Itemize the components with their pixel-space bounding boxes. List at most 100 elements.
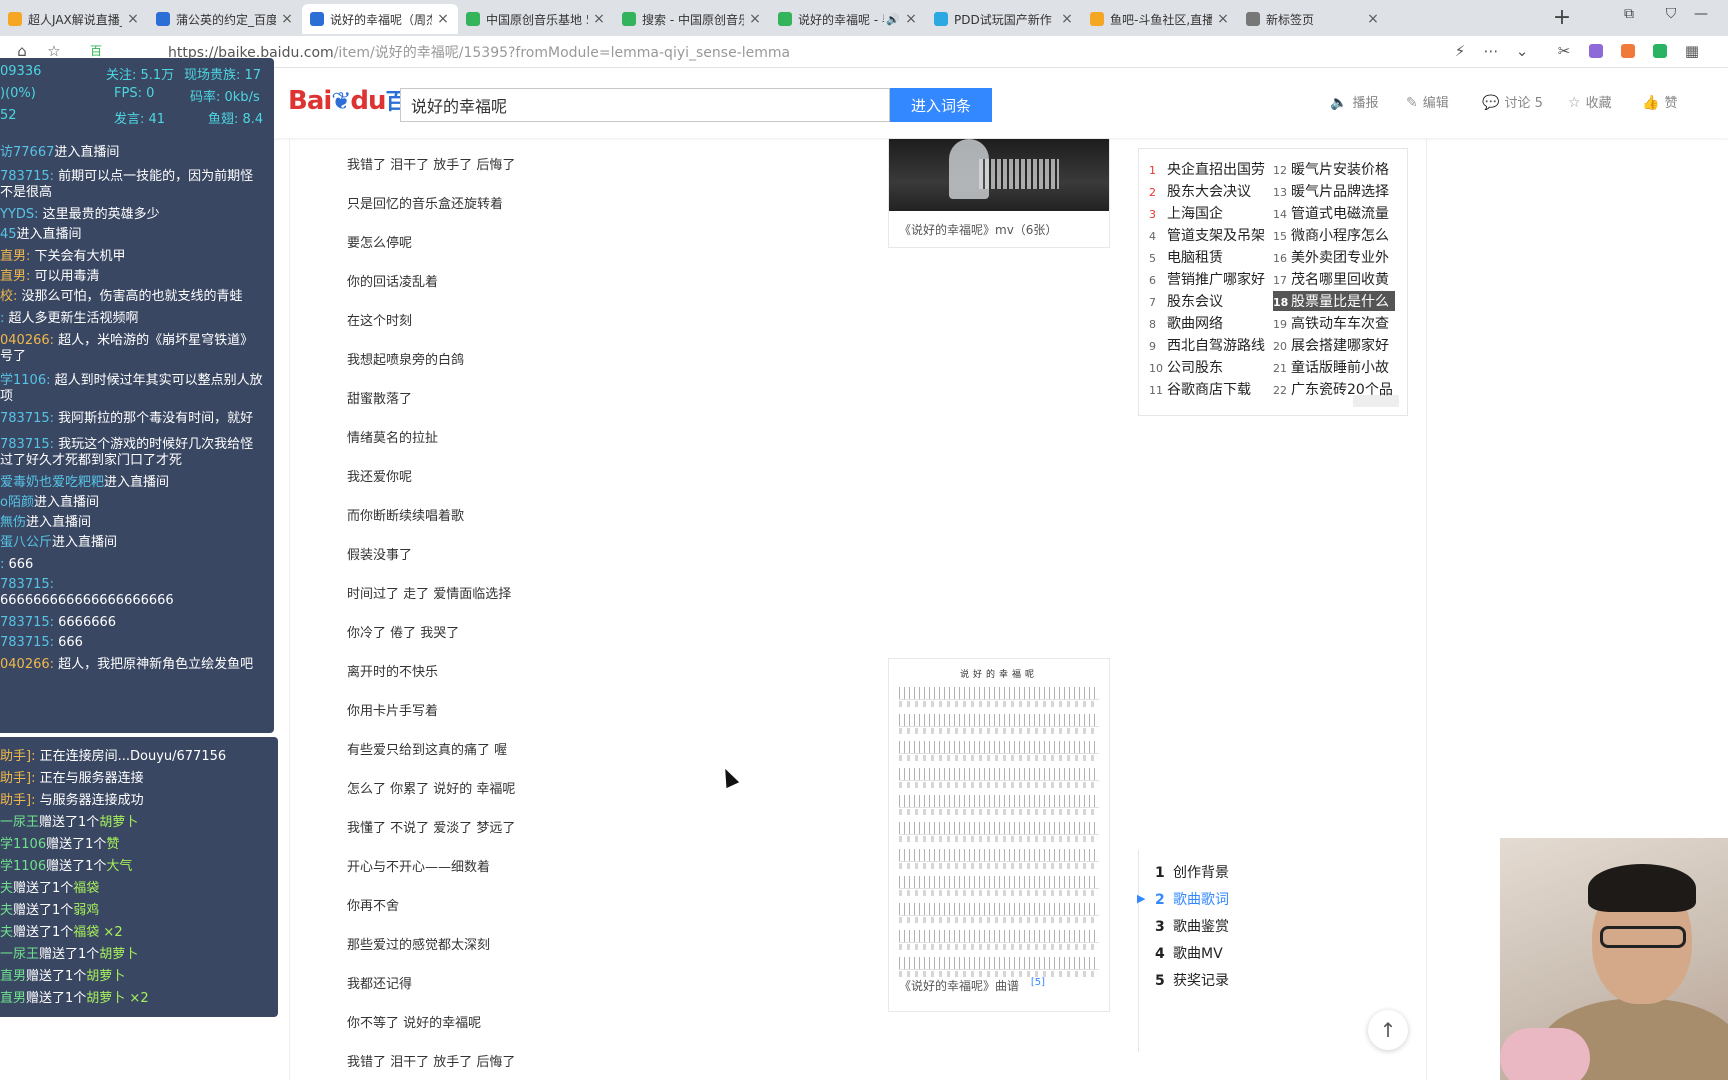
chat-text: 666 xyxy=(58,635,83,650)
hot-search-item[interactable]: 15 微商小程序怎么 xyxy=(1273,225,1395,245)
header-action-edit[interactable]: ✎ 编辑 xyxy=(1406,92,1449,111)
mv-image[interactable] xyxy=(889,139,1109,211)
hot-search-item[interactable]: 17 茂名哪里回收黄 xyxy=(1273,269,1395,289)
hot-text: 股东会议 xyxy=(1167,294,1223,310)
log-text: 赠送了1个 xyxy=(13,903,74,918)
extension-icon[interactable] xyxy=(1650,42,1670,62)
hot-search-item[interactable]: 19 高铁动车车次查 xyxy=(1273,313,1395,333)
chat-username: o陌颜 xyxy=(0,495,34,510)
gift-log-line: 学1106赠送了1个大气 xyxy=(0,855,132,874)
hot-search-item[interactable]: 6 营销推广哪家好 xyxy=(1149,269,1271,289)
catalog-item[interactable]: 4 歌曲MV xyxy=(1155,943,1223,963)
browser-tab[interactable]: 说好的幸福呢 - 毕🔊 × xyxy=(770,4,926,34)
chat-text: 前期可以点一技能的，因为前期怪 xyxy=(58,169,254,184)
close-icon[interactable]: × xyxy=(592,11,606,27)
shirt-icon[interactable]: ⛉ xyxy=(1660,6,1682,22)
hot-search-item[interactable]: 16 美外卖团专业外 xyxy=(1273,247,1395,267)
header-action-thumbs-up[interactable]: 👍 赞 xyxy=(1642,92,1677,111)
hot-search-item[interactable]: 8 歌曲网络 xyxy=(1149,313,1271,333)
close-icon[interactable]: × xyxy=(280,11,294,27)
browser-tab[interactable]: 超人JAX解说直播_鱼 × xyxy=(0,4,148,34)
hot-search-item[interactable]: 21 童话版睡前小故 xyxy=(1273,357,1395,377)
hot-search-item[interactable]: 18 股票量比是什么 xyxy=(1273,291,1395,311)
search-input[interactable] xyxy=(400,88,890,122)
log-gift: 胡萝卜 xyxy=(99,815,139,830)
hot-search-item[interactable]: 11 谷歌商店下载 xyxy=(1149,379,1271,399)
browser-tab[interactable]: PDD试玩国产新作 × xyxy=(926,4,1082,34)
apps-grid-icon[interactable]: ▦ xyxy=(1682,42,1702,60)
close-icon[interactable]: × xyxy=(436,11,450,27)
minimize-icon[interactable]: — xyxy=(1690,6,1712,22)
lyric-line: 有些爱只给到这真的痛了 喔 xyxy=(347,743,508,758)
hot-search-item[interactable]: 22 广东瓷砖20个品 xyxy=(1273,379,1395,399)
header-action-star[interactable]: ☆ 收藏 xyxy=(1568,92,1612,111)
hot-text: 美外卖团专业外 xyxy=(1291,250,1389,266)
hot-rank: 19 xyxy=(1273,318,1287,331)
tab-favicon-icon xyxy=(156,12,170,26)
log-gift: 福袋 ×2 xyxy=(73,925,123,940)
browser-tab[interactable]: 搜索 - 中国原创音乐 × xyxy=(614,4,770,34)
hot-text: 广东瓷砖20个品 xyxy=(1291,382,1393,398)
hot-search-item[interactable]: 1 央企直招出国劳 xyxy=(1149,159,1271,179)
browser-tab[interactable]: 鱼吧-斗鱼社区,直播 × xyxy=(1082,4,1238,34)
hot-search-item[interactable]: 12 暖气片安装价格 xyxy=(1273,159,1395,179)
catalog-item[interactable]: 2 歌曲歌词 xyxy=(1155,889,1229,909)
hot-search-item[interactable]: 2 股东大会决议 xyxy=(1149,181,1271,201)
chat-message: 783715: 6666666 xyxy=(0,614,272,631)
catalog-item[interactable]: 5 获奖记录 xyxy=(1155,970,1229,990)
log-text: 正在连接房间...Douyu/677156 xyxy=(39,749,227,764)
score-reference[interactable]: [5] xyxy=(1031,977,1045,988)
close-icon[interactable]: × xyxy=(1060,11,1074,27)
hot-text: 歌曲网络 xyxy=(1167,316,1223,332)
hot-search-item[interactable]: 13 暖气片品牌选择 xyxy=(1273,181,1395,201)
browser-tab[interactable]: 说好的幸福呢（周杰 × xyxy=(302,4,458,34)
header-action-label: 讨论 5 xyxy=(1504,96,1543,111)
enter-entry-button[interactable]: 进入词条 xyxy=(890,88,992,122)
hot-search-item[interactable]: 10 公司股东 xyxy=(1149,357,1271,377)
header-action-speaker[interactable]: 🔈 播报 xyxy=(1330,92,1378,111)
browser-tab[interactable]: 新标签页 × xyxy=(1238,4,1388,34)
game-icon[interactable] xyxy=(1618,42,1638,62)
close-icon[interactable]: × xyxy=(1366,11,1380,27)
hot-search-item[interactable]: 9 西北自驾游路线 xyxy=(1149,335,1271,355)
lyric-line: 只是回忆的音乐盒还旋转着 xyxy=(347,197,504,212)
score-lyric-row xyxy=(899,755,1099,761)
mv-caption[interactable]: 《说好的幸福呢》mv（6张） xyxy=(889,211,1109,247)
scissors-icon[interactable]: ✂ xyxy=(1554,42,1574,60)
log-text: 赠送了1个 xyxy=(46,837,107,852)
lightning-icon[interactable]: ⚡ xyxy=(1450,42,1470,60)
chat-username: YYDS: xyxy=(0,207,43,222)
hot-search-item[interactable]: 5 电脑租赁 xyxy=(1149,247,1271,267)
hot-search-item[interactable]: 7 股东会议 xyxy=(1149,291,1271,311)
close-icon[interactable]: × xyxy=(748,11,762,27)
hot-search-item[interactable]: 14 管道式电磁流量 xyxy=(1273,203,1395,223)
close-icon[interactable]: × xyxy=(1216,11,1230,27)
mv-figure[interactable]: 《说好的幸福呢》mv（6张） xyxy=(888,138,1110,248)
catalog-item[interactable]: 1 创作背景 xyxy=(1155,862,1229,882)
hot-search-item[interactable]: 3 上海国企 xyxy=(1149,203,1271,223)
score-title: 说好的幸福呢 xyxy=(959,670,1038,680)
chat-text: 过了好久才死都到家门口了才死 xyxy=(0,453,183,468)
browser-tab[interactable]: 中国原创音乐基地 5S × xyxy=(458,4,614,34)
browser-tab[interactable]: 蒲公英的约定_百度搜 × xyxy=(148,4,302,34)
header-action-comment[interactable]: 💬 讨论 5 xyxy=(1482,92,1543,111)
window-list-icon[interactable]: ⧉ xyxy=(1618,6,1640,22)
hot-search-item[interactable]: 20 展会搭建哪家好 xyxy=(1273,335,1395,355)
hot-search-item[interactable]: 4 管道支架及吊架 xyxy=(1149,225,1271,245)
gift-log-line: 直男赠送了1个胡萝卜 xyxy=(0,965,125,984)
more-icon[interactable]: ⋯ xyxy=(1481,42,1501,60)
score-image[interactable]: 说好的幸福呢 xyxy=(889,659,1109,977)
chat-text: 超人到时候过年其实可以整点别人放 xyxy=(54,373,263,388)
chevron-down-icon[interactable]: ⌄ xyxy=(1512,42,1532,60)
arrow-up-icon: ↑ xyxy=(1379,1018,1397,1042)
tab-favicon-icon xyxy=(310,12,324,26)
translate-icon[interactable] xyxy=(1586,42,1606,62)
new-tab-button[interactable]: + xyxy=(1548,4,1576,32)
speaker-icon[interactable]: 🔊 xyxy=(886,13,900,26)
log-gift: 赞 xyxy=(106,837,120,852)
catalog-item[interactable]: 3 歌曲鉴赏 xyxy=(1155,916,1229,936)
close-icon[interactable]: × xyxy=(904,11,918,27)
close-icon[interactable]: × xyxy=(126,11,140,27)
back-to-top-button[interactable]: ↑ xyxy=(1368,1010,1408,1050)
score-figure[interactable]: 说好的幸福呢 《说好的幸福呢》曲谱 [5] xyxy=(888,658,1110,1012)
